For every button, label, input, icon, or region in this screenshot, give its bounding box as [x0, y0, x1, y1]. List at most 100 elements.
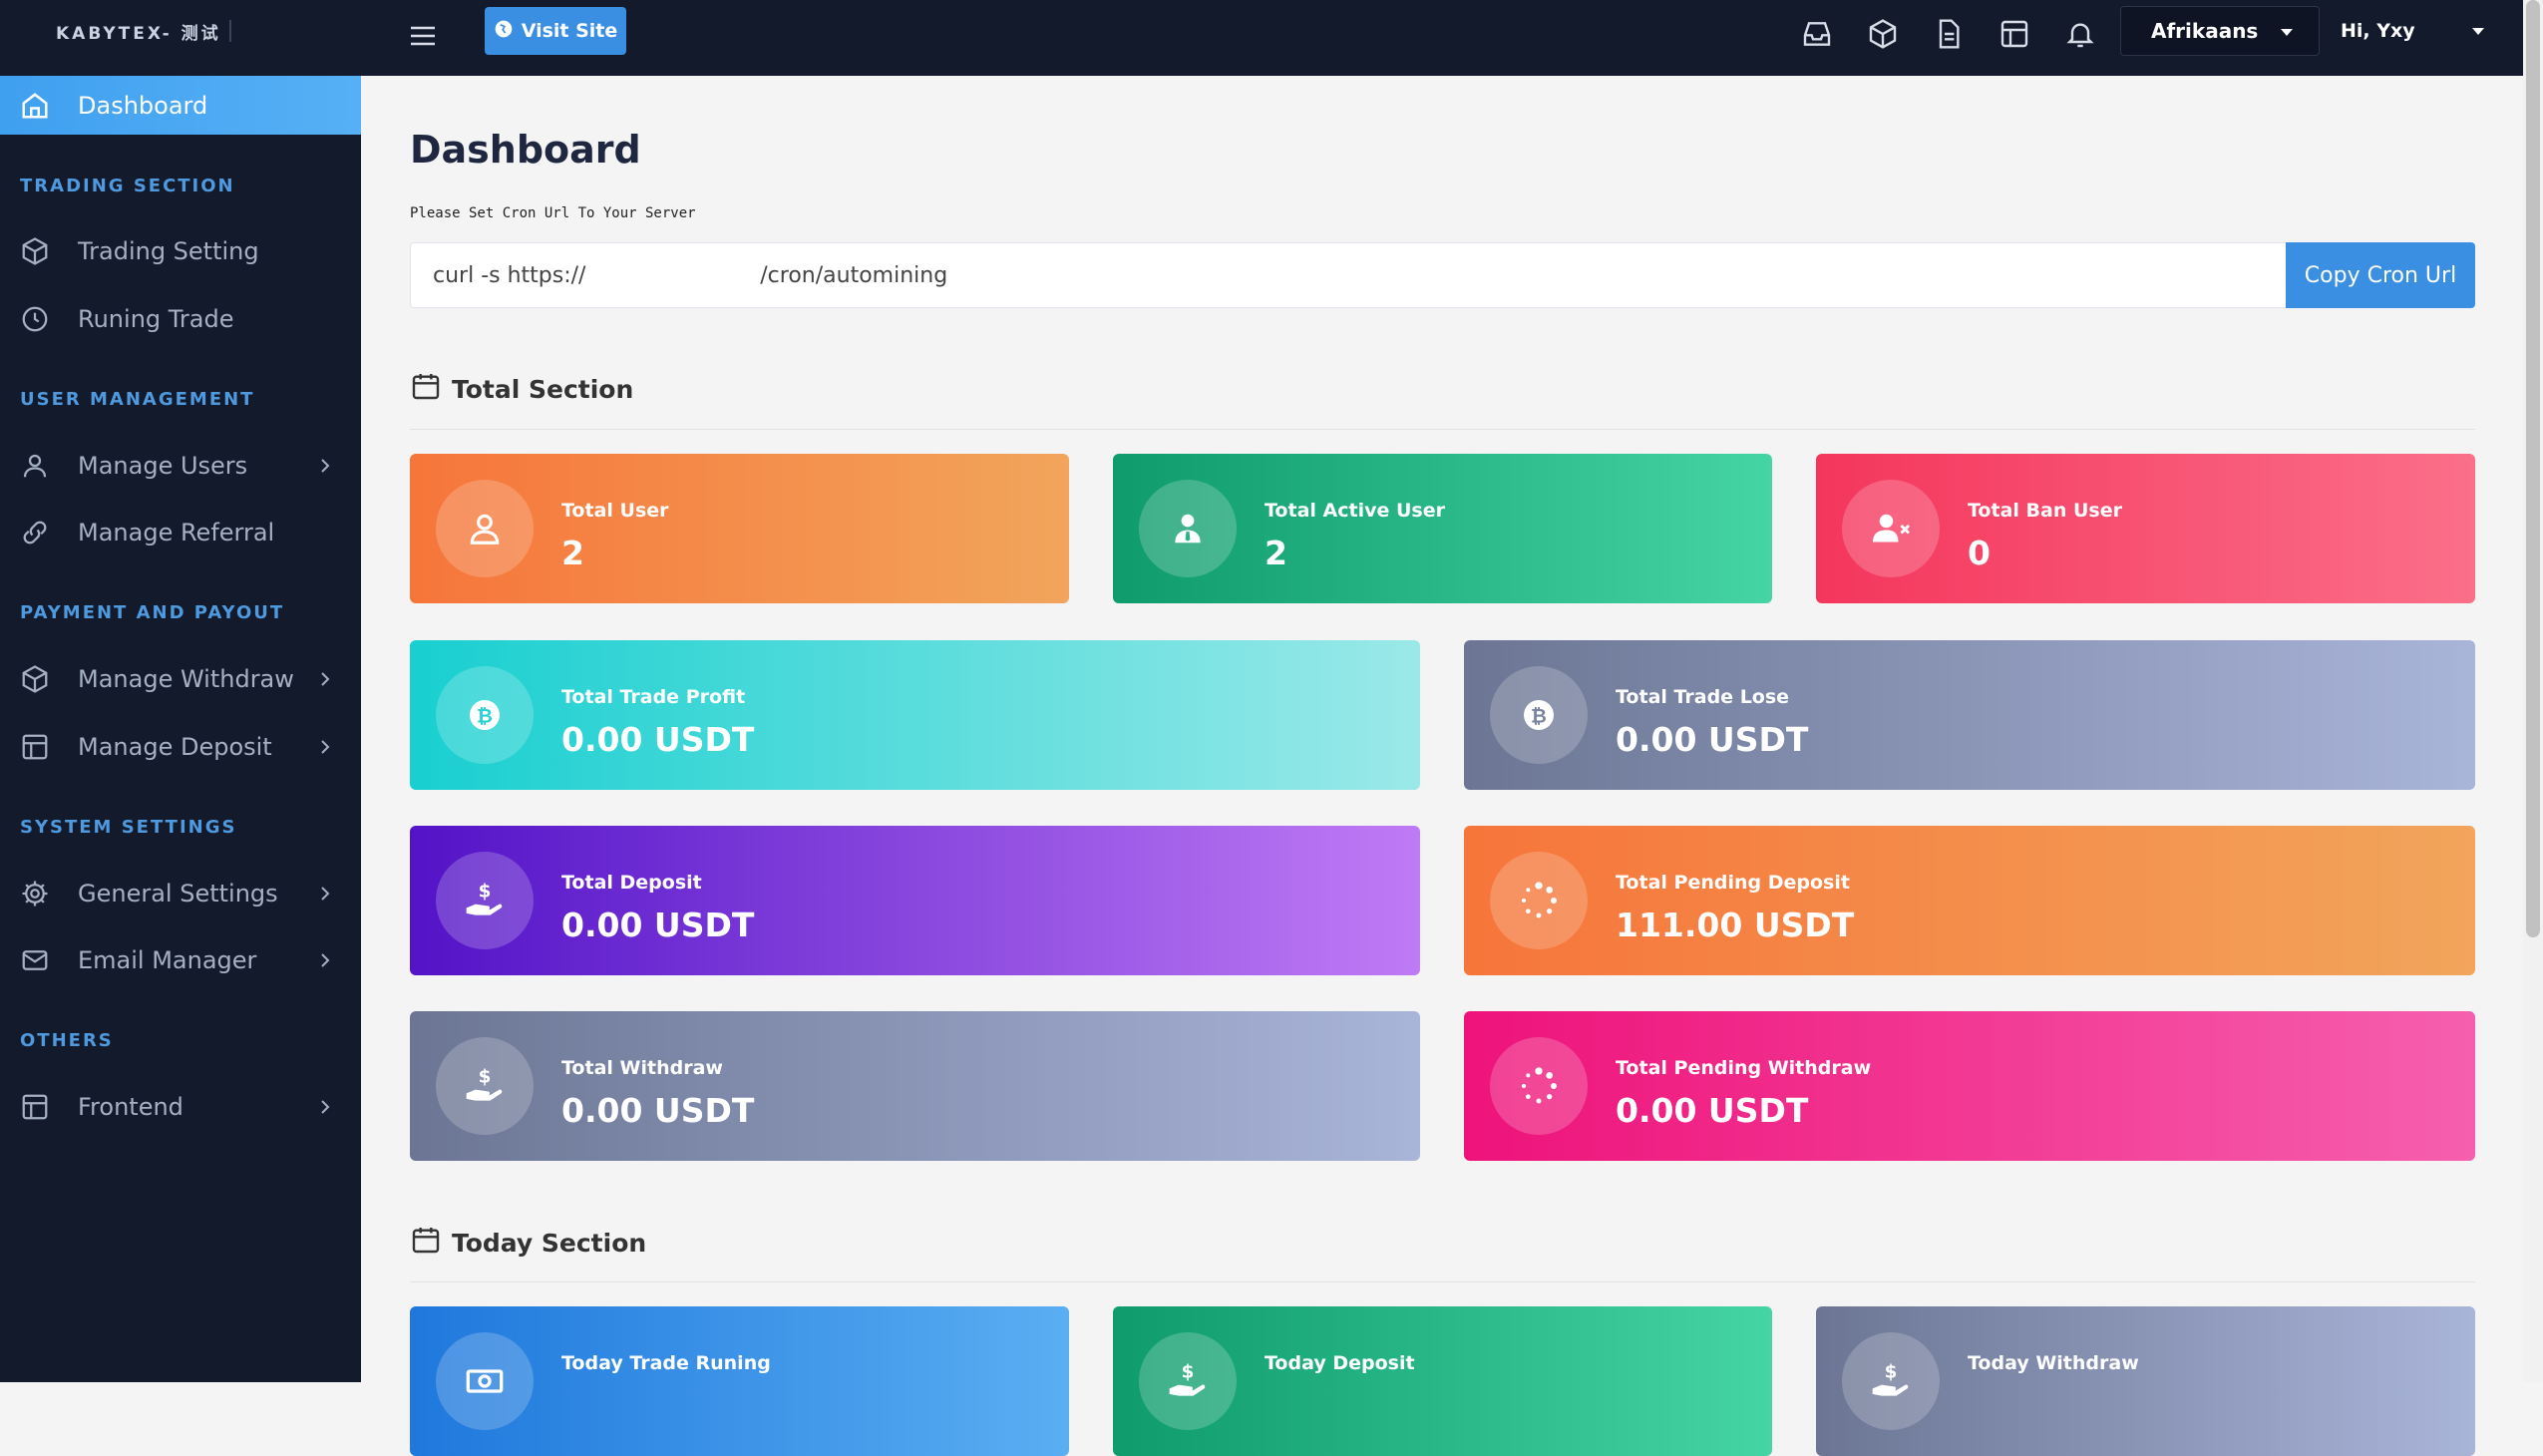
home-icon	[18, 89, 52, 123]
sidebar-item-label: Manage Withdraw	[78, 665, 294, 693]
card-total-trade-lose[interactable]: ₿ Total Trade Lose 0.00 USDT	[1464, 640, 2475, 790]
copy-cron-url-button[interactable]: Copy Cron Url	[2286, 242, 2475, 308]
caret-down-icon	[2281, 29, 2293, 36]
page-title: Dashboard	[410, 128, 641, 172]
visit-site-label: Visit Site	[521, 20, 618, 42]
cube-icon	[18, 662, 52, 696]
card-label: Total Ban User	[1968, 500, 2122, 522]
cube-icon[interactable]	[1867, 18, 1903, 54]
sidebar-item-dashboard[interactable]: Dashboard	[0, 76, 361, 135]
topbar: Visit Site Afrikaans Hi, Yxy	[361, 0, 2523, 76]
globe-icon	[494, 19, 514, 44]
today-section-heading: Today Section	[410, 1223, 646, 1263]
card-value: 0.00 USDT	[561, 720, 755, 759]
card-label: Total Deposit	[561, 872, 702, 894]
card-label: Today Deposit	[1265, 1352, 1415, 1374]
card-value: 2	[561, 534, 584, 572]
card-value: 2	[1265, 534, 1287, 572]
card-today-trade-runing[interactable]: Today Trade Runing	[410, 1306, 1069, 1456]
sidebar-item-email-manager[interactable]: Email Manager	[0, 930, 361, 990]
card-label: Total User	[561, 500, 669, 522]
card-today-withdraw[interactable]: $ Today Withdraw	[1816, 1306, 2475, 1456]
document-icon[interactable]	[1933, 18, 1969, 54]
bell-icon[interactable]	[2064, 18, 2100, 54]
sidebar-section-system-settings: SYSTEM SETTINGS	[20, 817, 237, 838]
card-value: 111.00 USDT	[1616, 906, 1855, 944]
card-label: Total Withdraw	[561, 1057, 723, 1079]
sidebar-item-general-settings[interactable]: General Settings	[0, 864, 361, 923]
svg-text:$: $	[479, 881, 492, 902]
svg-text:₿: ₿	[1531, 705, 1547, 728]
total-section-heading: Total Section	[410, 369, 633, 409]
card-value: 0.00 USDT	[1616, 1091, 1809, 1130]
card-label: Total Pending Withdraw	[1616, 1057, 1872, 1079]
table-icon	[18, 730, 52, 764]
sidebar-section-others: OTHERS	[20, 1030, 114, 1051]
clock-icon	[18, 302, 52, 336]
hand-dollar-icon: $	[436, 1037, 534, 1135]
card-value: 0.00 USDT	[561, 1091, 755, 1130]
card-total-trade-profit[interactable]: ₿ Total Trade Profit 0.00 USDT	[410, 640, 1420, 790]
bitcoin-icon: ₿	[436, 666, 534, 764]
spinner-icon	[1490, 852, 1588, 949]
card-label: Today Withdraw	[1968, 1352, 2139, 1374]
sidebar-item-label: Frontend	[78, 1093, 183, 1121]
sidebar-item-runing-trade[interactable]: Runing Trade	[0, 289, 361, 349]
card-total-user[interactable]: Total User 2	[410, 454, 1069, 603]
card-value: 0.00 USDT	[561, 906, 755, 944]
card-total-ban-user[interactable]: Total Ban User 0	[1816, 454, 2475, 603]
user-greeting[interactable]: Hi, Yxy	[2341, 20, 2415, 42]
card-total-pending-deposit[interactable]: Total Pending Deposit 111.00 USDT	[1464, 826, 2475, 975]
brand[interactable]: KABYTEX- 测试	[0, 0, 361, 62]
sidebar: KABYTEX- 测试 Dashboard TRADING SECTION Tr…	[0, 0, 361, 1382]
card-total-withdraw[interactable]: $ Total Withdraw 0.00 USDT	[410, 1011, 1420, 1161]
sidebar-item-label: Manage Users	[78, 452, 248, 480]
sidebar-item-manage-withdraw[interactable]: Manage Withdraw	[0, 649, 361, 709]
card-value: 0.00 USDT	[1616, 720, 1809, 759]
section-title: Total Section	[452, 374, 634, 404]
hand-dollar-icon: $	[1139, 1332, 1237, 1430]
card-value: 0	[1968, 534, 1991, 572]
scrollbar-thumb[interactable]	[2526, 0, 2540, 937]
chevron-right-icon	[315, 735, 335, 765]
cron-url-field[interactable]: curl -s https:// /cron/automining	[410, 242, 2287, 308]
bitcoin-icon: ₿	[1490, 666, 1588, 764]
sidebar-item-manage-deposit[interactable]: Manage Deposit	[0, 717, 361, 777]
user-ban-icon	[1842, 480, 1940, 577]
card-total-active-user[interactable]: Total Active User 2	[1113, 454, 1772, 603]
spinner-icon	[1490, 1037, 1588, 1135]
language-select[interactable]: Afrikaans	[2120, 6, 2320, 56]
card-label: Today Trade Runing	[561, 1352, 771, 1374]
card-today-deposit[interactable]: $ Today Deposit	[1113, 1306, 1772, 1456]
calendar-icon	[410, 369, 442, 409]
chevron-right-icon	[315, 1095, 335, 1125]
sidebar-item-label: General Settings	[78, 880, 278, 908]
caret-down-icon[interactable]	[2472, 28, 2484, 35]
sidebar-item-frontend[interactable]: Frontend	[0, 1077, 361, 1137]
card-label: Total Pending Deposit	[1616, 872, 1850, 894]
card-label: Total Trade Lose	[1616, 686, 1790, 708]
layout-icon	[18, 1090, 52, 1124]
table-icon[interactable]	[1998, 18, 2034, 54]
sidebar-item-label: Email Manager	[78, 946, 257, 974]
link-icon	[18, 516, 52, 549]
hamburger-menu-icon[interactable]	[409, 24, 437, 52]
sidebar-item-label: Runing Trade	[78, 305, 234, 333]
sidebar-item-manage-referral[interactable]: Manage Referral	[0, 503, 361, 562]
sidebar-section-user-management: USER MANAGEMENT	[20, 389, 255, 410]
main-content: Dashboard Please Set Cron Url To Your Se…	[361, 76, 2523, 1456]
card-total-pending-withdraw[interactable]: Total Pending Withdraw 0.00 USDT	[1464, 1011, 2475, 1161]
visit-site-button[interactable]: Visit Site	[485, 7, 626, 55]
gear-icon	[18, 877, 52, 910]
calendar-icon	[410, 1223, 442, 1263]
chevron-right-icon	[315, 948, 335, 978]
user-icon	[18, 449, 52, 483]
sidebar-item-label: Manage Referral	[78, 519, 275, 546]
sidebar-item-manage-users[interactable]: Manage Users	[0, 436, 361, 496]
money-icon	[436, 1332, 534, 1430]
user-tie-icon	[1139, 480, 1237, 577]
card-total-deposit[interactable]: $ Total Deposit 0.00 USDT	[410, 826, 1420, 975]
inbox-icon[interactable]	[1801, 18, 1837, 54]
sidebar-item-trading-setting[interactable]: Trading Setting	[0, 221, 361, 281]
svg-text:$: $	[1885, 1361, 1898, 1382]
